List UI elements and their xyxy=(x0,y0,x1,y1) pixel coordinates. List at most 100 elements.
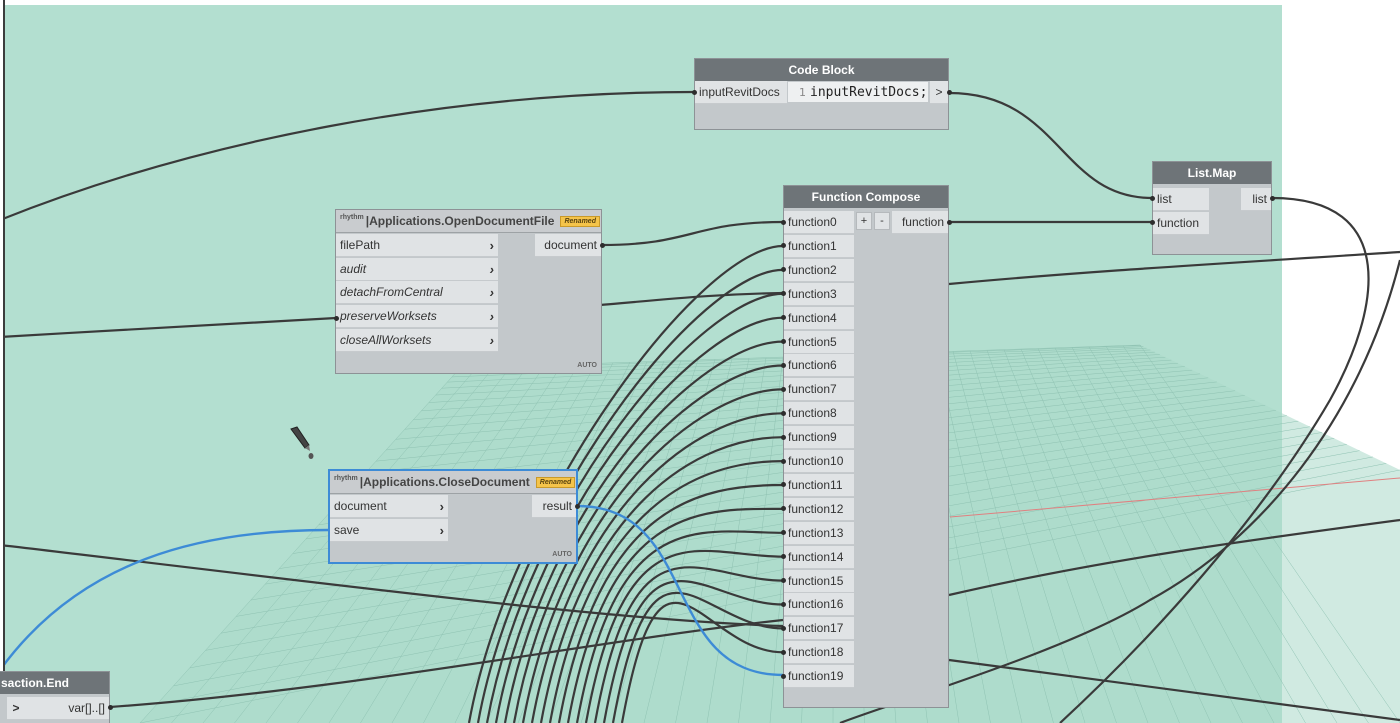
input-port-function14[interactable]: function14 xyxy=(784,545,854,569)
input-port-function10[interactable]: function10 xyxy=(784,450,854,473)
input-port-document[interactable]: document › xyxy=(330,495,448,518)
input-port-function0[interactable]: function0 xyxy=(784,211,854,234)
node-title: Function Compose xyxy=(784,186,948,208)
port-connector-dot[interactable] xyxy=(780,315,786,321)
code-text: inputRevitDocs; xyxy=(810,84,928,100)
port-connector-dot[interactable] xyxy=(780,362,786,368)
connector-wire xyxy=(0,316,337,339)
input-port-function13[interactable]: function13 xyxy=(784,521,854,545)
connector-wire xyxy=(948,91,1153,200)
port-connector-dot[interactable] xyxy=(780,578,786,583)
port-label: save xyxy=(334,523,360,537)
connector-wire xyxy=(1059,196,1370,723)
transaction-end-node[interactable]: saction.End > var[]..[] xyxy=(0,671,110,723)
node-header: rhythm |Applications.OpenDocumentFile Re… xyxy=(336,210,601,233)
list-map-node[interactable]: List.Map list function list xyxy=(1152,161,1272,255)
port-connector-dot[interactable] xyxy=(946,89,952,95)
add-input-button[interactable]: + xyxy=(856,212,872,230)
input-port-function16[interactable]: function16 xyxy=(784,593,854,617)
chevron-right-icon: › xyxy=(439,498,444,514)
port-connector-dot[interactable] xyxy=(780,386,786,392)
input-port-function[interactable]: function xyxy=(1153,212,1209,235)
chevron-right-icon: › xyxy=(489,332,494,348)
input-port-function6[interactable]: function6 xyxy=(784,354,854,378)
output-port-var[interactable]: var[]..[] xyxy=(25,697,109,720)
port-connector-dot[interactable] xyxy=(1269,195,1275,201)
port-connector-dot[interactable] xyxy=(780,649,786,655)
port-connector-dot[interactable] xyxy=(780,219,786,225)
line-number: 1 xyxy=(799,85,806,99)
input-port-save[interactable]: save › xyxy=(330,519,448,542)
close-document-node[interactable]: rhythm |Applications.CloseDocument Renam… xyxy=(328,469,578,564)
connector-wire xyxy=(0,90,695,222)
input-port-function15[interactable]: function15 xyxy=(784,569,854,593)
input-port-function2[interactable]: function2 xyxy=(784,258,854,282)
lacing-indicator: AUTO xyxy=(552,551,572,558)
remove-input-button[interactable]: - xyxy=(874,212,890,230)
node-header: rhythm |Applications.CloseDocument Renam… xyxy=(330,471,576,494)
port-connector-dot[interactable] xyxy=(780,673,786,679)
port-connector-dot[interactable] xyxy=(780,267,786,273)
node-title: |Applications.OpenDocumentFile xyxy=(365,214,555,228)
output-port-function[interactable]: function xyxy=(892,211,948,234)
node-title: Code Block xyxy=(695,59,948,81)
open-document-file-node[interactable]: rhythm |Applications.OpenDocumentFile Re… xyxy=(335,209,602,374)
input-port-function1[interactable]: function1 xyxy=(784,234,854,258)
input-port-function12[interactable]: function12 xyxy=(784,497,854,521)
chevron-right-icon: › xyxy=(489,237,494,253)
renamed-badge: Renamed xyxy=(560,215,600,227)
output-port-result[interactable]: result xyxy=(532,495,576,518)
port-connector-dot[interactable] xyxy=(780,291,786,297)
input-port-function8[interactable]: function8 xyxy=(784,402,854,426)
port-connector-dot[interactable] xyxy=(946,219,952,225)
input-port-function5[interactable]: function5 xyxy=(784,330,854,354)
input-port-function18[interactable]: function18 xyxy=(784,641,854,665)
port-connector-dot[interactable] xyxy=(574,503,580,509)
port-label: closeAllWorksets xyxy=(340,333,432,347)
input-port-list[interactable]: list xyxy=(1153,188,1209,211)
input-port-function9[interactable]: function9 xyxy=(784,426,854,450)
port-connector-dot[interactable] xyxy=(691,89,697,95)
chevron-right-icon: › xyxy=(489,261,494,277)
input-port-preserveworksets[interactable]: preserveWorksets › xyxy=(336,305,498,328)
connector-wire xyxy=(109,618,784,709)
port-connector-dot[interactable] xyxy=(780,482,786,488)
input-port-detachfromcentral[interactable]: detachFromCentral › xyxy=(336,281,498,304)
port-connector-dot[interactable] xyxy=(780,339,786,344)
output-port[interactable]: > xyxy=(930,81,948,104)
function-compose-node[interactable]: Function Compose function0 function1 funct… xyxy=(783,185,949,708)
port-connector-dot[interactable] xyxy=(780,601,786,607)
port-connector-dot[interactable] xyxy=(333,315,339,321)
port-connector-dot[interactable] xyxy=(780,458,786,464)
port-connector-dot[interactable] xyxy=(107,704,113,710)
input-port-function4[interactable]: function4 xyxy=(784,306,854,330)
port-connector-dot[interactable] xyxy=(1149,219,1155,225)
port-connector-dot[interactable] xyxy=(780,530,786,536)
input-port-function17[interactable]: function17 xyxy=(784,617,854,641)
port-connector-dot[interactable] xyxy=(780,625,786,631)
port-connector-dot[interactable] xyxy=(780,554,786,560)
code-editor[interactable]: 1 inputRevitDocs; xyxy=(788,82,928,102)
input-port-function19[interactable]: function19 xyxy=(784,665,854,689)
input-port-function11[interactable]: function11 xyxy=(784,473,854,497)
left-panel-edge xyxy=(0,0,5,723)
output-port-document[interactable]: document xyxy=(535,234,601,257)
input-port-function3[interactable]: function3 xyxy=(784,282,854,306)
input-port-function7[interactable]: function7 xyxy=(784,378,854,402)
port-connector-dot[interactable] xyxy=(780,434,786,440)
workspace-canvas[interactable]: Code Block inputRevitDocs 1 inputRevitDo… xyxy=(0,0,1400,723)
input-port-filepath[interactable]: filePath › xyxy=(336,234,498,257)
port-connector-dot[interactable] xyxy=(780,410,786,416)
code-block-node[interactable]: Code Block inputRevitDocs 1 inputRevitDo… xyxy=(694,58,949,130)
input-port-closeallworksets[interactable]: closeAllWorksets › xyxy=(336,329,498,352)
input-port[interactable]: > xyxy=(7,697,25,720)
input-port-inputrevitdocs[interactable]: inputRevitDocs xyxy=(695,81,787,104)
port-connector-dot[interactable] xyxy=(1149,195,1155,201)
chevron-right-icon: › xyxy=(489,284,494,300)
port-label: detachFromCentral xyxy=(340,285,443,299)
port-connector-dot[interactable] xyxy=(780,243,786,249)
port-connector-dot[interactable] xyxy=(780,506,786,512)
output-port-list[interactable]: list xyxy=(1241,188,1271,211)
port-connector-dot[interactable] xyxy=(599,242,605,248)
input-port-audit[interactable]: audit › xyxy=(336,258,498,281)
